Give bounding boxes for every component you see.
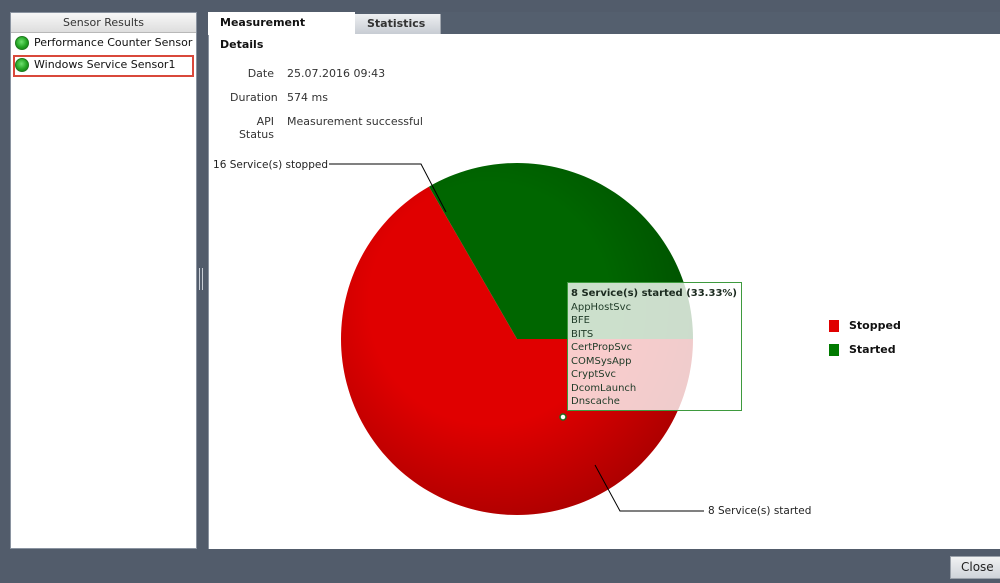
started-slice-label: 8 Service(s) started xyxy=(708,505,811,517)
tooltip-service-item: Dnscache xyxy=(571,396,620,407)
hover-marker xyxy=(559,413,567,421)
tooltip-service-item: CryptSvc xyxy=(571,369,617,380)
tooltip-service-item: BFE xyxy=(571,315,590,326)
tooltip-service-item: COMSysApp xyxy=(571,355,632,367)
legend-swatch-started xyxy=(829,344,839,356)
tooltip-service-item: AppHostSvc xyxy=(571,301,632,313)
tooltip-service-item: BITS xyxy=(571,328,594,340)
service-status-pie-chart: 16 Service(s) stopped 8 Service(s) start… xyxy=(213,159,811,517)
legend-label: Stopped xyxy=(849,319,901,332)
close-button[interactable]: Close xyxy=(950,556,1000,579)
tooltip-service-item: DcomLaunch xyxy=(571,382,637,394)
stopped-slice-label: 16 Service(s) stopped xyxy=(213,159,328,171)
started-services-tooltip: 8 Service(s) started (33.33%) AppHostSvc… xyxy=(567,282,742,411)
legend-item-stopped[interactable]: Stopped xyxy=(829,319,901,343)
legend-item-started[interactable]: Started xyxy=(829,343,901,367)
legend-label: Started xyxy=(849,343,896,356)
tooltip-title: 8 Service(s) started (33.33%) xyxy=(571,288,737,299)
legend-swatch-stopped xyxy=(829,320,839,332)
tooltip-service-item: CertPropSvc xyxy=(571,342,633,353)
chart-legend: Stopped Started xyxy=(829,319,901,367)
